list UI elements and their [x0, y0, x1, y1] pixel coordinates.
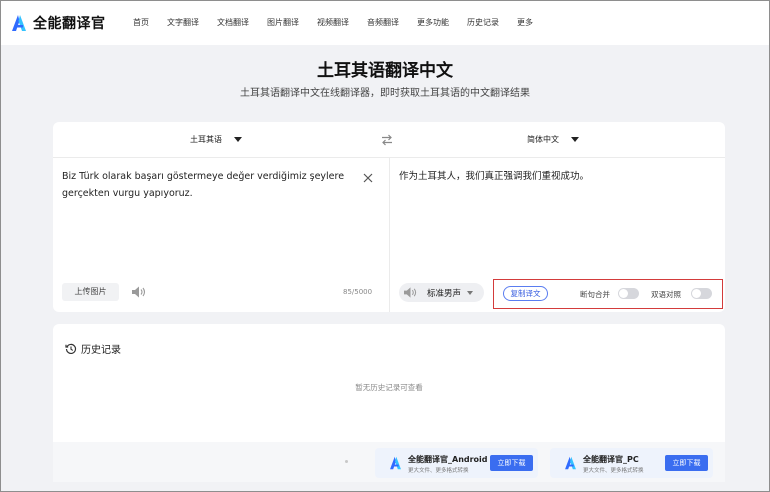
nav-item-image-translate[interactable]: 图片翻译 — [267, 17, 299, 28]
bilingual-label: 双语对照 — [651, 290, 681, 299]
history-title: 历史记录 — [81, 345, 121, 356]
swap-icon[interactable] — [380, 133, 394, 147]
download-bar: 全能翻译官_Android 更大文件、更多格式转换 立即下载 全能翻译官_PC … — [53, 442, 725, 482]
history-clock-icon — [65, 343, 77, 354]
download-name: 全能翻译官_PC — [583, 455, 639, 464]
source-language-label: 土耳其语 — [190, 135, 222, 144]
history-empty-text: 暂无历史记录可查看 — [355, 383, 423, 392]
nav-item-home[interactable]: 首页 — [133, 17, 149, 28]
caret-down-icon — [234, 137, 242, 142]
history-header: 历史记录 — [65, 341, 121, 356]
brand-a-icon — [390, 456, 401, 470]
speaker-icon — [404, 287, 417, 298]
voice-select[interactable]: 标准男声 — [399, 283, 484, 302]
history-card: 历史记录 暂无历史记录可查看 — [53, 324, 725, 442]
copy-translation-button[interactable]: 复制译文 — [503, 286, 548, 301]
download-card-pc: 全能翻译官_PC 更大文件、更多格式转换 立即下载 — [550, 448, 713, 478]
nav-item-more[interactable]: 更多 — [517, 17, 533, 28]
sentence-merge-label: 断句合并 — [580, 290, 610, 299]
download-desc: 更大文件、更多格式转换 — [583, 468, 644, 474]
bilingual-toggle[interactable] — [691, 288, 712, 299]
target-language-label: 简体中文 — [527, 135, 559, 144]
download-card-android: 全能翻译官_Android 更大文件、更多格式转换 立即下载 — [375, 448, 538, 478]
speaker-icon[interactable] — [131, 285, 147, 299]
voice-label: 标准男声 — [427, 288, 462, 299]
brand-a-icon — [12, 15, 26, 31]
download-android-button[interactable]: 立即下载 — [490, 455, 533, 471]
sentence-merge-toggle[interactable] — [618, 288, 639, 299]
pane-divider — [389, 158, 390, 312]
language-bar: 土耳其语 简体中文 — [53, 122, 725, 158]
brand-a-icon — [565, 456, 576, 470]
page-subtitle: 土耳其语翻译中文在线翻译器，即时获取土耳其语的中文翻译结果 — [240, 88, 530, 99]
download-name: 全能翻译官_Android — [408, 455, 488, 464]
translation-output: 作为土耳其人，我们真正强调我们重视成功。 — [399, 171, 590, 182]
nav-item-video-translate[interactable]: 视频翻译 — [317, 17, 349, 28]
target-language-select[interactable]: 简体中文 — [527, 134, 579, 145]
nav-item-doc-translate[interactable]: 文档翻译 — [217, 17, 249, 28]
char-count: 85/5000 — [343, 288, 373, 296]
output-options-group: 复制译文 断句合并 双语对照 — [493, 279, 723, 309]
nav-item-history[interactable]: 历史记录 — [467, 17, 499, 28]
source-text-input[interactable]: Biz Türk olarak başarı göstermeye değer … — [62, 168, 352, 202]
close-icon[interactable] — [362, 172, 374, 184]
nav-menu: 首页 文字翻译 文档翻译 图片翻译 视频翻译 音频翻译 更多功能 历史记录 更多 — [133, 17, 551, 28]
nav-item-audio-translate[interactable]: 音频翻译 — [367, 17, 399, 28]
brand-logo[interactable]: 全能翻译官 — [11, 13, 106, 33]
nav-item-more-features[interactable]: 更多功能 — [417, 17, 449, 28]
page: 全能翻译官 首页 文字翻译 文档翻译 图片翻译 视频翻译 音频翻译 更多功能 历… — [0, 0, 770, 492]
download-desc: 更大文件、更多格式转换 — [408, 468, 469, 474]
divider-dot — [345, 460, 348, 463]
nav-item-text-translate[interactable]: 文字翻译 — [167, 17, 199, 28]
caret-down-icon — [467, 290, 474, 295]
download-pc-button[interactable]: 立即下载 — [665, 455, 708, 471]
brand-name: 全能翻译官 — [33, 16, 106, 32]
top-nav: 全能翻译官 首页 文字翻译 文档翻译 图片翻译 视频翻译 音频翻译 更多功能 历… — [1, 1, 769, 45]
upload-image-button[interactable]: 上传图片 — [62, 283, 119, 301]
caret-down-icon — [571, 137, 579, 142]
translator-card: 土耳其语 简体中文 Biz Türk olarak başarı gösterm… — [53, 122, 725, 312]
source-language-select[interactable]: 土耳其语 — [190, 134, 242, 145]
page-title: 土耳其语翻译中文 — [317, 61, 453, 81]
